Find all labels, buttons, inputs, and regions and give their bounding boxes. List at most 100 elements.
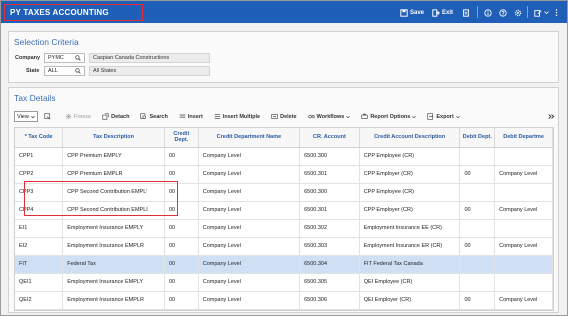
table-cell[interactable]: 00: [164, 237, 199, 256]
report-options-button[interactable]: Report Options: [361, 113, 417, 120]
table-cell[interactable]: [459, 183, 496, 202]
table-cell[interactable]: Employment Insurance ER (CR): [359, 237, 461, 256]
reports-button[interactable]: [462, 7, 470, 18]
table-cell[interactable]: QEI Employee (CR): [359, 273, 461, 292]
table-cell[interactable]: Employment Insurance EMPLR: [62, 291, 165, 310]
table-cell[interactable]: Company Level: [198, 201, 301, 220]
table-cell[interactable]: Company Level: [198, 237, 301, 256]
table-cell[interactable]: 00: [459, 165, 496, 184]
edit-menu-button[interactable]: [534, 7, 549, 18]
column-header[interactable]: CR. Account: [299, 128, 360, 148]
table-cell[interactable]: Employment Insurance EMPLR: [62, 237, 165, 256]
table-cell[interactable]: 6500.300: [299, 183, 360, 202]
view-select[interactable]: View: [14, 111, 38, 122]
table-cell[interactable]: CPP Employee (CR): [359, 147, 461, 166]
table-cell[interactable]: Company Level: [494, 237, 553, 256]
table-row[interactable]: QEI2 Employment Insurance EMPLR 00 Company …: [15, 291, 553, 310]
more-menu-button[interactable]: [555, 7, 558, 18]
column-header[interactable]: Debit Dept.: [459, 128, 496, 148]
table-cell[interactable]: Company Level: [198, 291, 301, 310]
more-toolbar-button[interactable]: [548, 113, 555, 120]
table-cell[interactable]: Federal Tax: [62, 255, 165, 274]
column-header[interactable]: * Tax Code: [15, 128, 64, 148]
table-cell[interactable]: 00: [459, 237, 496, 256]
column-header[interactable]: Credit Account Description: [359, 128, 461, 148]
table-cell[interactable]: 6500.301: [299, 165, 360, 184]
table-cell[interactable]: 00: [164, 273, 199, 292]
table-cell[interactable]: 6500.303: [299, 237, 360, 256]
table-cell[interactable]: Employment Insurance EMPLY: [62, 273, 165, 292]
table-cell[interactable]: 6500.306: [299, 291, 360, 310]
table-cell[interactable]: QEI2: [15, 291, 64, 310]
table-cell[interactable]: 00: [164, 291, 199, 310]
column-header[interactable]: Debit Departme: [494, 128, 553, 148]
table-cell[interactable]: Company Level: [198, 183, 301, 202]
delete-button[interactable]: Delete: [271, 113, 297, 120]
table-cell[interactable]: 6500.302: [299, 219, 360, 238]
freeze-button[interactable]: Freeze: [65, 113, 91, 120]
table-cell[interactable]: 6500.300: [299, 147, 360, 166]
table-cell[interactable]: [459, 255, 496, 274]
table-cell[interactable]: Company Level: [494, 165, 553, 184]
table-cell[interactable]: CPP Employee (CR): [359, 183, 461, 202]
column-header[interactable]: Tax Description: [62, 128, 165, 148]
column-header[interactable]: Credit Dept.: [164, 128, 199, 148]
table-cell[interactable]: [459, 219, 496, 238]
export-button[interactable]: Export: [427, 113, 460, 120]
table-cell[interactable]: 00: [164, 219, 199, 238]
settings-button[interactable]: [514, 7, 522, 18]
table-cell[interactable]: Company Level: [198, 255, 301, 274]
table-cell[interactable]: [494, 183, 553, 202]
table-row[interactable]: CPP1 CPP Premium EMPLY 00 Company Level 6500…: [15, 147, 553, 166]
help-button[interactable]: [499, 7, 507, 18]
table-cell[interactable]: Company Level: [198, 273, 301, 292]
table-cell[interactable]: 00: [164, 147, 199, 166]
table-cell[interactable]: Company Level: [494, 291, 553, 310]
columns-button[interactable]: [44, 113, 51, 120]
table-cell[interactable]: [494, 255, 553, 274]
save-button[interactable]: Save: [400, 7, 424, 18]
company-input[interactable]: PYMC: [44, 53, 85, 63]
table-row[interactable]: EI2 Employment Insurance EMPLR 00 Company L…: [15, 237, 553, 256]
state-input[interactable]: ALL: [44, 66, 85, 76]
table-row[interactable]: QEI1 Employment Insurance EMPLY 00 Company …: [15, 273, 553, 292]
table-cell[interactable]: FIT Federal Tax Canada: [359, 255, 461, 274]
table-row[interactable]: EI1 Employment Insurance EMPLY 00 Company L…: [15, 219, 553, 238]
exit-button[interactable]: Exit: [432, 7, 453, 18]
search-icon[interactable]: [75, 68, 81, 74]
detach-button[interactable]: Detach: [102, 113, 129, 120]
insert-multiple-button[interactable]: Insert Multiple: [214, 113, 260, 120]
workflows-button[interactable]: Workflows: [307, 113, 351, 120]
table-cell[interactable]: [494, 219, 553, 238]
table-cell[interactable]: 6500.305: [299, 273, 360, 292]
table-cell[interactable]: 00: [164, 255, 199, 274]
table-cell[interactable]: QEI1: [15, 273, 64, 292]
table-cell[interactable]: Employment Insurance EMPLY: [62, 219, 165, 238]
table-cell[interactable]: Company Level: [198, 147, 301, 166]
search-button[interactable]: Search: [140, 113, 168, 120]
table-cell[interactable]: Company Level: [198, 219, 301, 238]
search-icon[interactable]: [75, 55, 81, 61]
table-cell[interactable]: QEI Employer (CR): [359, 291, 461, 310]
table-cell[interactable]: FIT: [15, 255, 64, 274]
table-cell[interactable]: EI1: [15, 219, 64, 238]
table-cell[interactable]: 00: [459, 201, 496, 220]
table-cell[interactable]: EI2: [15, 237, 64, 256]
table-cell[interactable]: [459, 273, 496, 292]
table-cell[interactable]: 6500.301: [299, 201, 360, 220]
table-cell[interactable]: CPP1: [15, 147, 64, 166]
table-cell[interactable]: Company Level: [198, 165, 301, 184]
info-button[interactable]: [484, 7, 492, 18]
table-cell[interactable]: 6500.304: [299, 255, 360, 274]
table-cell[interactable]: CPP Employer (CR): [359, 165, 461, 184]
table-cell[interactable]: CPP Premium EMPLY: [62, 147, 165, 166]
table-row[interactable]: FIT Federal Tax 00 Company Level 6500.304 FIT…: [15, 255, 553, 274]
table-cell[interactable]: [494, 273, 553, 292]
table-cell[interactable]: [459, 147, 496, 166]
table-cell[interactable]: 00: [459, 291, 496, 310]
column-header[interactable]: Credit Department Name: [198, 128, 301, 148]
insert-button[interactable]: Insert: [179, 113, 203, 120]
table-cell[interactable]: CPP Employer (CR): [359, 201, 461, 220]
table-cell[interactable]: Company Level: [494, 201, 553, 220]
table-cell[interactable]: Employment Insurance EE (CR): [359, 219, 461, 238]
